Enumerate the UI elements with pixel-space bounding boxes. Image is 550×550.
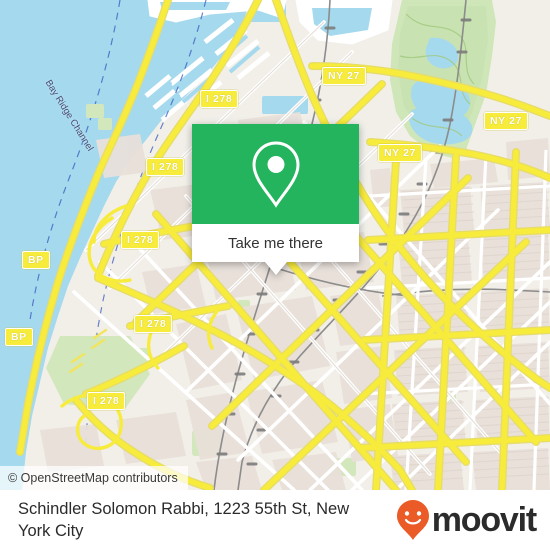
osm-attribution[interactable]: © OpenStreetMap contributors [0, 466, 188, 490]
map-canvas[interactable]: I 278 I 278 I 278 I 278 I 278 BP BP NY 27 NY 27 N… [0, 0, 550, 490]
moovit-wordmark: moovit [431, 501, 537, 539]
callout-image-area [192, 124, 359, 224]
map-pin-icon [251, 141, 300, 208]
moovit-logo[interactable]: moovit [396, 499, 537, 541]
water-label-0: Bay Ridge Channel [42, 78, 96, 154]
moovit-pin-smiley-icon [396, 500, 429, 540]
callout-pointer [264, 262, 287, 275]
location-callout[interactable]: Take me there [192, 124, 359, 275]
moovit-location-card: I 278 I 278 I 278 I 278 I 278 BP BP NY 27 NY 27 N… [0, 0, 550, 550]
take-me-there-button[interactable]: Take me there [192, 224, 359, 262]
footer-bar: Schindler Solomon Rabbi, 1223 55th St, N… [0, 490, 550, 550]
location-title: Schindler Solomon Rabbi, 1223 55th St, N… [18, 500, 350, 540]
